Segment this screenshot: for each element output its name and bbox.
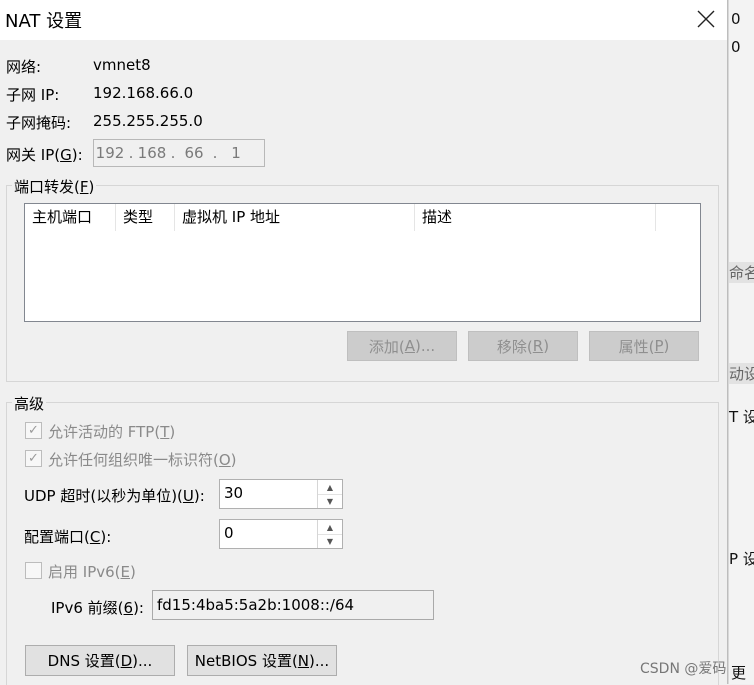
allow-oui-label: 允许任何组织唯一标识符(O) [48, 451, 237, 469]
ip-dot: . [170, 144, 176, 162]
ip-octet: 1 [231, 144, 241, 162]
spinner-arrows: ▲ ▼ [317, 520, 342, 548]
watermark: CSDN @爱码 [640, 661, 727, 677]
ip-dot: . [128, 144, 134, 162]
ip-octet: 192 [95, 144, 125, 162]
properties-button[interactable]: 属性(P) [589, 331, 699, 361]
background-text: P 设 [729, 550, 754, 568]
spin-up-icon[interactable]: ▲ [318, 480, 342, 495]
spin-down-icon[interactable]: ▼ [318, 534, 342, 548]
gateway-ip-field[interactable]: 192 . 168 . 66 . 1 [93, 139, 265, 167]
remove-button[interactable]: 移除(R) [468, 331, 578, 361]
enable-ipv6-checkbox[interactable] [25, 562, 42, 579]
ipv6-prefix-input[interactable]: fd15:4ba5:5a2b:1008::/64 [152, 590, 434, 620]
advanced-legend: 高级 [12, 393, 47, 414]
gateway-label: 网关 IP(G): [6, 146, 83, 164]
config-port-label: 配置端口(C): [24, 528, 112, 546]
allow-ftp-checkbox[interactable]: ✓ [25, 422, 42, 439]
advanced-group [6, 402, 719, 685]
dns-settings-button[interactable]: DNS 设置(D)... [25, 645, 175, 676]
spin-down-icon[interactable]: ▼ [318, 494, 342, 508]
background-window: 0 0 命名 动设 T 设 P 设 更 [728, 0, 754, 684]
background-text: 动设 [729, 363, 754, 384]
background-text: 0 [731, 10, 741, 28]
dialog-title: NAT 设置 [5, 11, 83, 32]
network-value: vmnet8 [93, 56, 151, 74]
check-icon: ✓ [28, 451, 39, 466]
udp-timeout-label: UDP 超时(以秒为单位)(U): [24, 487, 205, 505]
check-icon: ✓ [28, 423, 39, 438]
background-text: T 设 [729, 408, 754, 426]
close-icon [697, 10, 715, 28]
column-header-host-port[interactable]: 主机端口 [25, 204, 116, 231]
background-text: 更 [731, 664, 747, 682]
udp-timeout-value[interactable]: 30 [224, 484, 243, 502]
ip-octet: 168 [137, 144, 167, 162]
column-header-type[interactable]: 类型 [116, 204, 175, 231]
nat-settings-dialog: NAT 设置 网络: vmnet8 子网 IP: 192.168.66.0 子网… [0, 0, 728, 685]
allow-oui-checkbox[interactable]: ✓ [25, 450, 42, 467]
ipv6-prefix-label: IPv6 前缀(6): [51, 599, 144, 617]
allow-ftp-label: 允许活动的 FTP(T) [48, 423, 176, 441]
subnet-ip-label: 子网 IP: [6, 86, 60, 104]
title-bar: NAT 设置 [0, 0, 727, 40]
network-label: 网络: [6, 58, 42, 76]
background-text: 命名 [729, 262, 754, 283]
subnet-mask-value: 255.255.255.0 [93, 112, 203, 130]
ip-dot: . [212, 144, 218, 162]
spin-up-icon[interactable]: ▲ [318, 520, 342, 535]
add-button[interactable]: 添加(A)... [347, 331, 457, 361]
column-header-description[interactable]: 描述 [415, 204, 656, 231]
enable-ipv6-label: 启用 IPv6(E) [48, 563, 136, 581]
netbios-settings-button[interactable]: NetBIOS 设置(N)... [187, 645, 337, 676]
background-text: 0 [731, 38, 741, 56]
config-port-spinner[interactable]: 0 ▲ ▼ [219, 519, 343, 549]
port-forwarding-legend: 端口转发(F) [12, 176, 97, 197]
subnet-ip-value: 192.168.66.0 [93, 84, 194, 102]
ip-octet: 66 [184, 144, 204, 162]
config-port-value[interactable]: 0 [224, 524, 234, 542]
close-button[interactable] [688, 4, 724, 34]
column-header-vm-ip[interactable]: 虚拟机 IP 地址 [175, 204, 415, 231]
port-forwarding-table[interactable]: 主机端口 类型 虚拟机 IP 地址 描述 [24, 203, 701, 322]
subnet-mask-label: 子网掩码: [6, 114, 72, 132]
udp-timeout-spinner[interactable]: 30 ▲ ▼ [219, 479, 343, 509]
spinner-arrows: ▲ ▼ [317, 480, 342, 508]
